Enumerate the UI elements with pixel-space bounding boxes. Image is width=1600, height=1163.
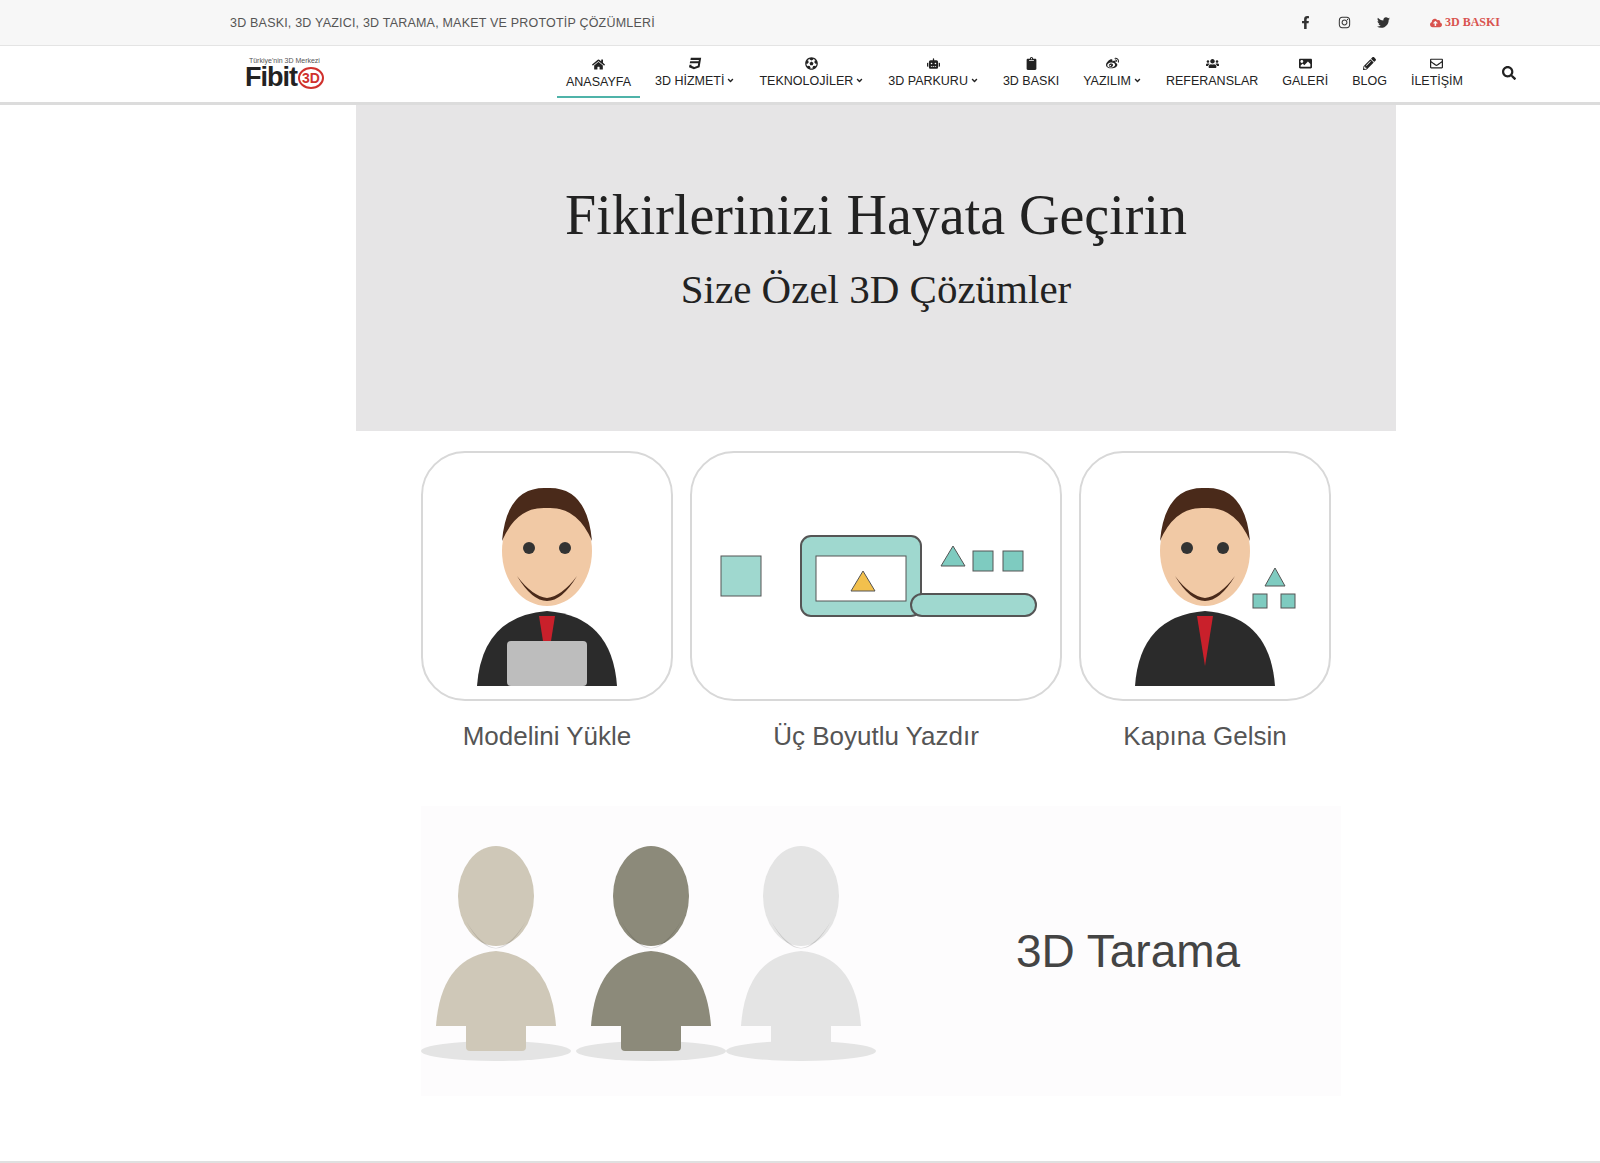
chevron-down-icon (970, 76, 979, 85)
menu-label: REFERANSLAR (1166, 74, 1258, 88)
step[interactable]: Kapına Gelsin (1079, 451, 1331, 761)
logo-tagline: Türkiye'nin 3D Merkezi (249, 57, 320, 64)
step-card (690, 451, 1062, 701)
menu-label: İLETİŞİM (1411, 74, 1463, 88)
menu-label: BLOG (1352, 74, 1387, 88)
users-icon (1206, 57, 1219, 70)
chevron-down-icon (855, 76, 864, 85)
menu-item[interactable]: YAZILIM (1074, 46, 1151, 96)
logo-mark: 3D (298, 67, 324, 89)
steps: Modelini Yükle Üç Boyutlu Yazdır Kapına Ge… (356, 431, 1396, 761)
step[interactable]: Modelini Yükle (421, 451, 673, 761)
top-bar: 3D BASKI, 3D YAZICI, 3D TARAMA, MAKET VE… (0, 0, 1600, 46)
weibo-icon (1106, 57, 1119, 70)
busts-image (421, 826, 881, 1076)
clipboard-icon (1025, 57, 1038, 70)
footer-line (0, 1161, 1600, 1163)
menu-label: GALERİ (1282, 74, 1328, 88)
hero-title: Fikirlerinizi Hayata Geçirin (565, 183, 1187, 247)
menu-item[interactable]: 3D BASKI (994, 46, 1068, 96)
menu-item[interactable]: 3D PARKURU (879, 46, 988, 96)
logo-name: Fibit3D (245, 64, 324, 91)
step-card (421, 451, 673, 701)
css3-icon (689, 57, 702, 70)
page: 3D BASKI, 3D YAZICI, 3D TARAMA, MAKET VE… (0, 0, 1600, 1163)
pencil-icon (1363, 57, 1376, 70)
cloud-upload-icon (1430, 17, 1442, 29)
step-label: Modelini Yükle (463, 721, 632, 752)
logo[interactable]: Türkiye'nin 3D MerkeziFibit3D (245, 57, 324, 91)
feature-title: 3D Tarama (1016, 924, 1240, 978)
tagline: 3D BASKI, 3D YAZICI, 3D TARAMA, MAKET VE… (230, 16, 1299, 30)
menu-item[interactable]: GALERİ (1273, 46, 1337, 96)
main-menu: ANASAYFA 3D HİZMETİ TEKNOLOJİLER 3D PARKURU… (557, 46, 1472, 102)
home-icon (592, 58, 605, 71)
menu-item[interactable]: REFERANSLAR (1157, 46, 1267, 96)
menu-item[interactable]: 3D HİZMETİ (646, 46, 744, 96)
search-button[interactable] (1498, 62, 1520, 87)
step-label: Kapına Gelsin (1123, 721, 1286, 752)
robot-icon (927, 57, 940, 70)
instagram-icon[interactable] (1338, 16, 1351, 29)
printer-machine-icon (711, 506, 1041, 646)
chevron-down-icon (1133, 76, 1142, 85)
menu-item[interactable]: İLETİŞİM (1402, 46, 1472, 96)
menu-item[interactable]: BLOG (1343, 46, 1396, 96)
menu-label: 3D BASKI (1003, 74, 1059, 88)
menu-label: 3D HİZMETİ (655, 74, 735, 88)
facebook-icon[interactable] (1299, 16, 1312, 29)
chevron-down-icon (726, 76, 735, 85)
search-icon (1502, 66, 1516, 80)
menu-label: YAZILIM (1083, 74, 1142, 88)
image-icon (1299, 57, 1312, 70)
twitter-icon[interactable] (1377, 16, 1390, 29)
nav-bar: Türkiye'nin 3D MerkeziFibit3D ANASAYFA 3D … (0, 46, 1600, 105)
menu-item[interactable]: ANASAYFA (557, 46, 640, 98)
menu-label: ANASAYFA (566, 75, 631, 89)
menu-label: 3D PARKURU (888, 74, 979, 88)
menu-item[interactable]: TEKNOLOJİLER (750, 46, 873, 96)
person-icon (1105, 466, 1305, 686)
hero-subtitle: Size Özel 3D Çözümler (681, 265, 1072, 313)
print-link[interactable]: 3D BASKI (1430, 15, 1500, 30)
person-icon (447, 466, 647, 686)
social-links (1299, 16, 1390, 29)
scan-feature[interactable]: 3D Tarama (421, 806, 1341, 1096)
step[interactable]: Üç Boyutlu Yazdır (690, 451, 1062, 761)
main: Fikirlerinizi Hayata Geçirin Size Özel 3D… (0, 105, 1396, 1096)
ball-icon (805, 57, 818, 70)
menu-label: TEKNOLOJİLER (759, 74, 864, 88)
envelope-icon (1430, 57, 1443, 70)
step-card (1079, 451, 1331, 701)
hero: Fikirlerinizi Hayata Geçirin Size Özel 3D… (356, 105, 1396, 431)
step-label: Üç Boyutlu Yazdır (773, 721, 979, 752)
